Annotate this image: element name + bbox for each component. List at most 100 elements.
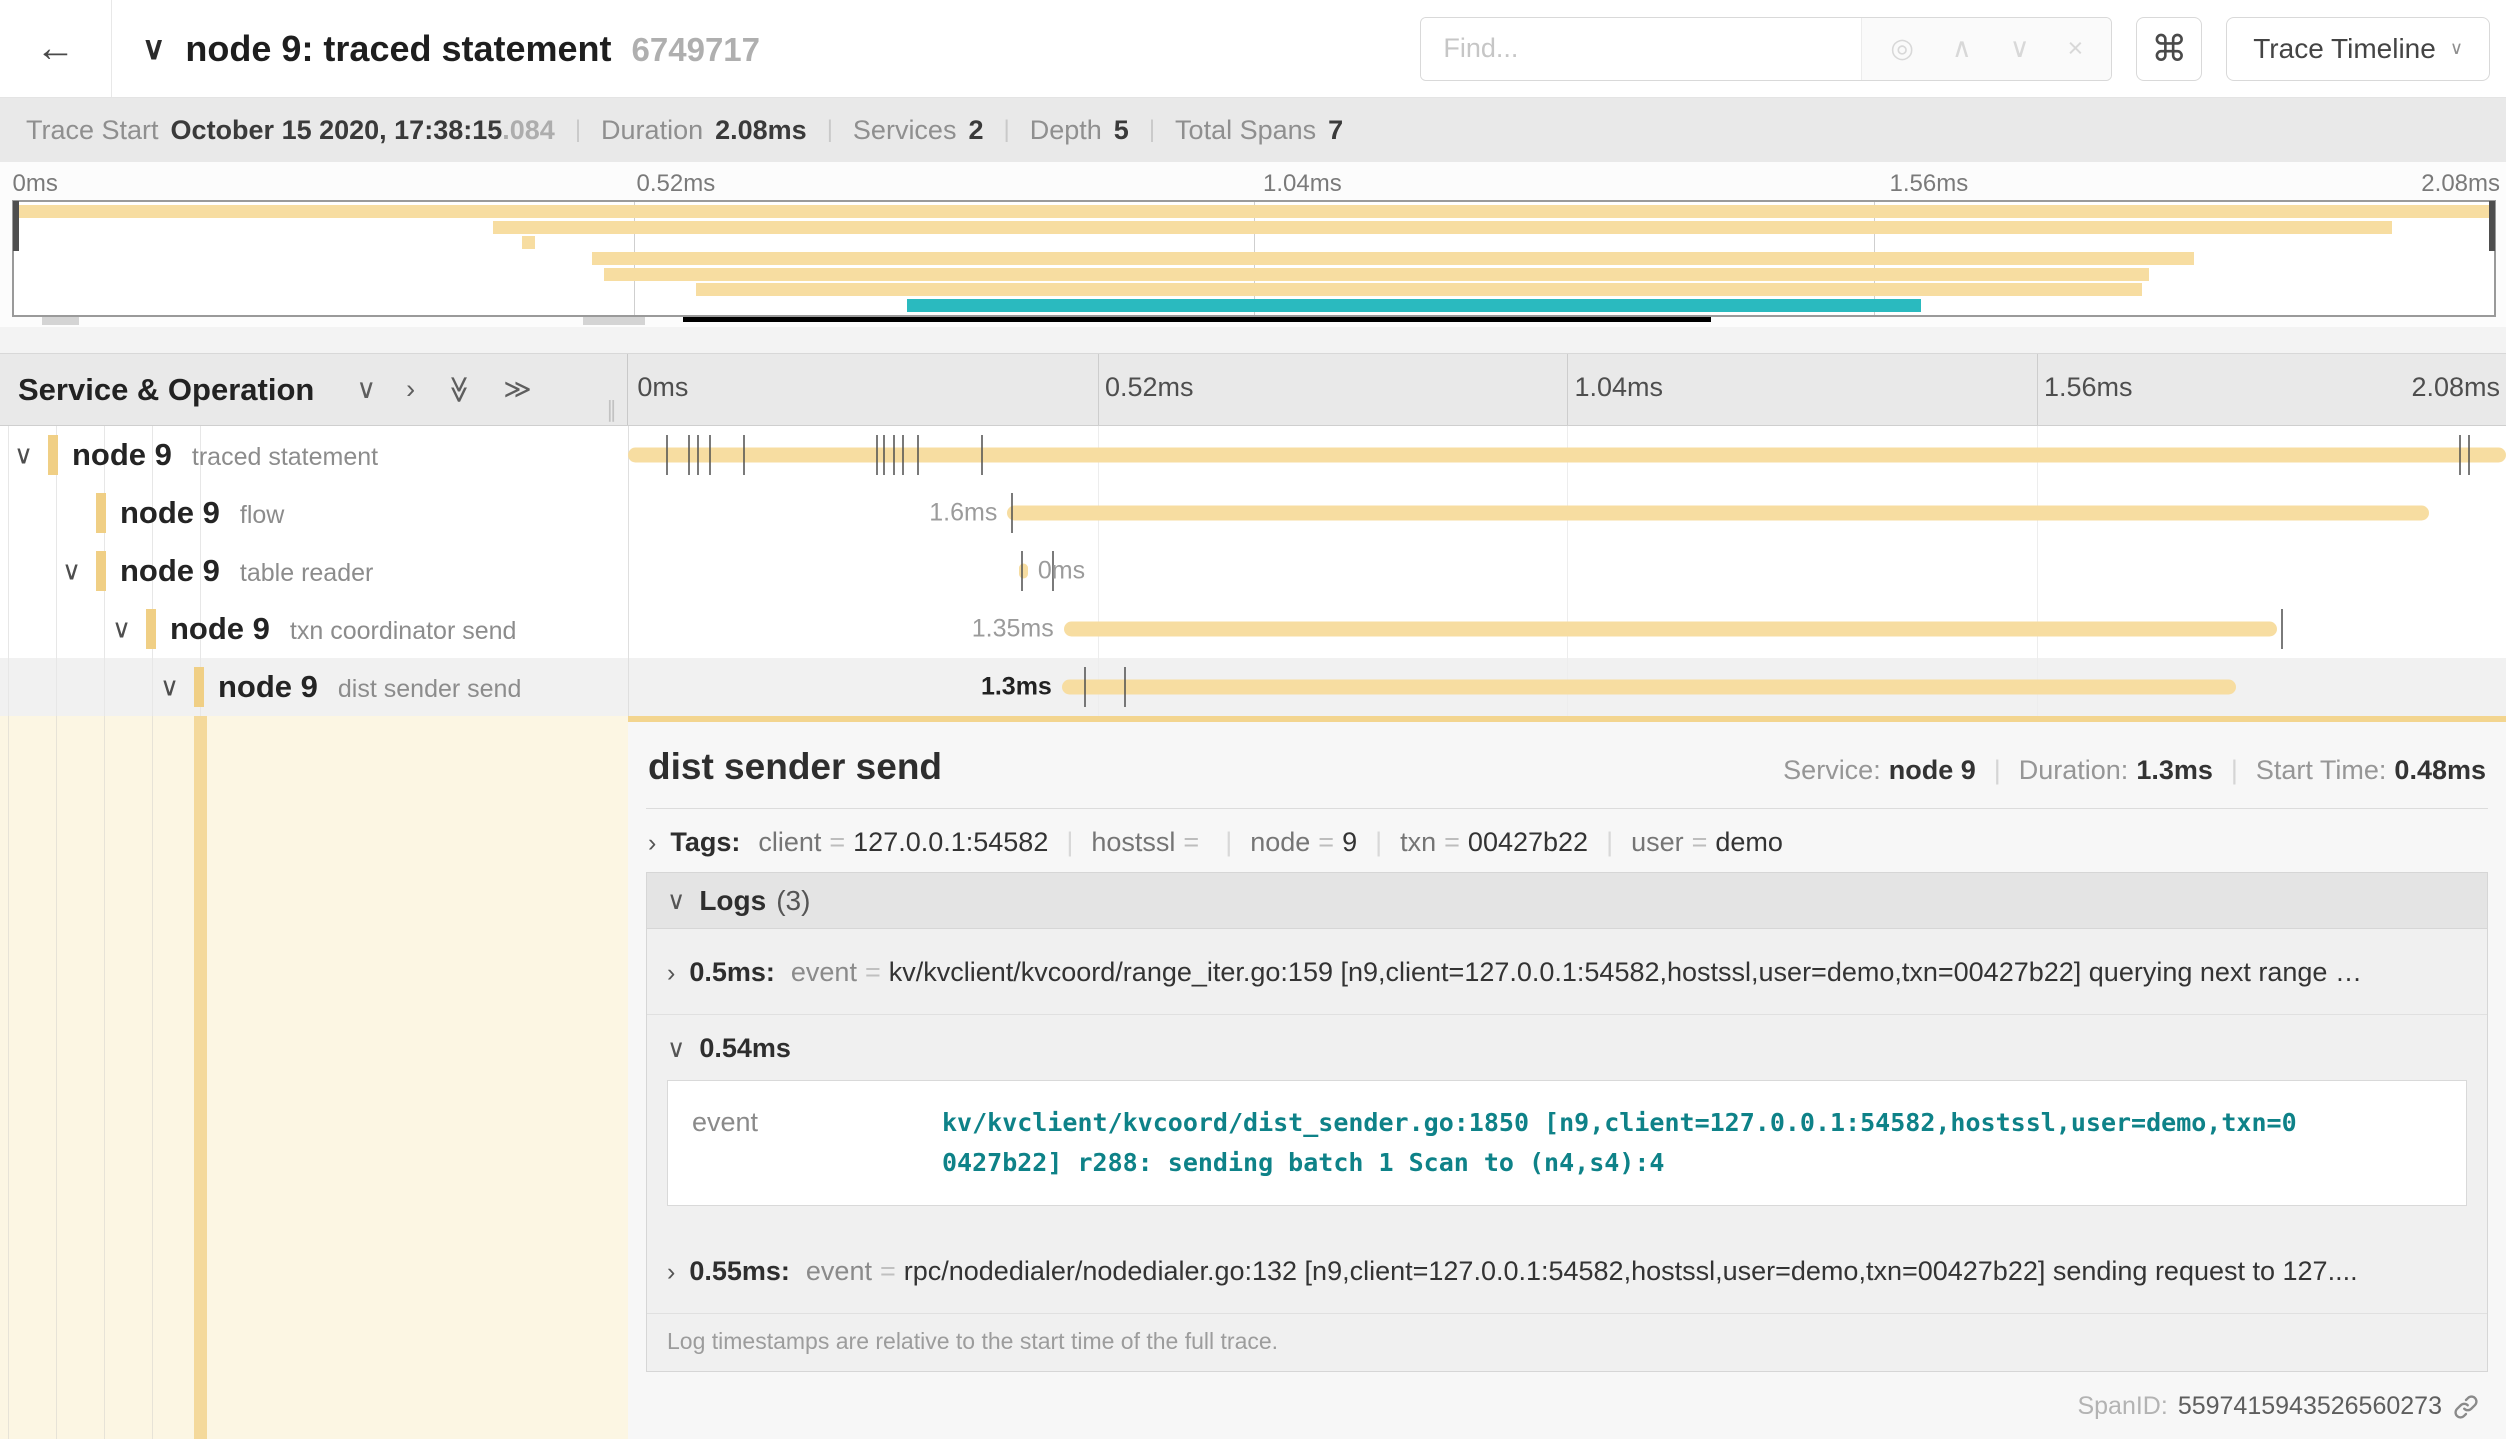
span-name-cell[interactable]: ∨node 9txn coordinator send — [0, 600, 628, 658]
minimap-viewport-bar[interactable] — [683, 317, 1711, 322]
minimap-left-scrubber[interactable] — [13, 201, 19, 251]
span-timeline-cell[interactable]: 1.3ms — [628, 658, 2506, 716]
log-event-tick — [2468, 435, 2470, 475]
span-row[interactable]: node 9flow 1.6ms — [0, 484, 2506, 542]
span-row[interactable]: ∨node 9dist sender send1.3ms — [0, 658, 2506, 716]
collapse-header-chevron-icon[interactable]: ∨ — [142, 29, 165, 67]
log-event-tick — [697, 435, 699, 475]
service-name: node 9table reader — [120, 553, 373, 589]
collapse-one-icon[interactable]: ∨ — [356, 374, 376, 405]
prev-result-icon[interactable]: ∧ — [1952, 33, 1972, 64]
service-name: node 9flow — [120, 495, 284, 531]
meta-value: 0.48ms — [2394, 755, 2486, 786]
tag-item: node=9 — [1250, 827, 1357, 857]
log-entry-row[interactable]: ›0.5ms:event=kv/kvclient/kvcoord/range_i… — [647, 929, 2487, 1014]
axis-tick-label: 0ms — [13, 170, 58, 198]
tags-toggle-row[interactable]: › Tags: client=127.0.0.1:54582|hostssl=|… — [646, 809, 2488, 872]
minimap-canvas[interactable] — [12, 200, 2496, 317]
row-chevron-down-icon[interactable]: ∨ — [14, 440, 33, 471]
minimap-footer — [12, 317, 2496, 327]
chevron-down-icon: ∨ — [2450, 38, 2463, 59]
span-name-cell[interactable]: ∨node 9traced statement — [0, 426, 628, 484]
span-id-label: SpanID: — [2077, 1392, 2167, 1421]
minimap-bars — [14, 204, 2494, 313]
trace-title-area: ∨ node 9: traced statement 6749717 — [112, 28, 1420, 70]
service-operation-title: Service & Operation — [18, 372, 314, 408]
tag-item: txn=00427b22 — [1400, 827, 1588, 857]
keyboard-shortcuts-button[interactable]: ⌘ — [2136, 17, 2202, 81]
trace-id: 6749717 — [632, 31, 760, 69]
axis-gridline — [1567, 354, 1568, 425]
log-entry-row[interactable]: ›0.55ms:event=rpc/nodedialer/nodedialer.… — [647, 1228, 2487, 1313]
log-field-key: event — [692, 1103, 942, 1183]
log-event-tick — [1124, 667, 1126, 707]
link-icon[interactable] — [2452, 1393, 2480, 1421]
log-field-value: kv/kvclient/kvcoord/dist_sender.go:1850 … — [942, 1103, 2302, 1183]
next-result-icon[interactable]: ∨ — [2010, 33, 2030, 64]
span-timeline-cell[interactable]: 0ms — [628, 542, 2506, 600]
row-chevron-down-icon[interactable]: ∨ — [160, 672, 179, 703]
meta-label: Service: — [1783, 755, 1881, 786]
span-name-cell[interactable]: node 9flow — [0, 484, 628, 542]
operation-name: txn coordinator send — [290, 617, 517, 645]
stat-label: Trace Start — [26, 115, 159, 146]
expand-one-icon[interactable]: › — [406, 374, 415, 405]
chevron-right-icon: › — [648, 829, 656, 858]
minimap-right-scrubber[interactable] — [2489, 201, 2495, 251]
span-timeline-cell[interactable]: 1.6ms — [628, 484, 2506, 542]
minimap-span-bar — [907, 299, 1921, 312]
span-duration-bar[interactable] — [1062, 680, 2236, 695]
span-detail-meta: Service:node 9|Duration:1.3ms|Start Time… — [1783, 755, 2486, 786]
row-chevron-down-icon[interactable]: ∨ — [112, 614, 131, 645]
find-suffix: ◎ ∧ ∨ × — [1861, 18, 2111, 80]
span-row[interactable]: ∨node 9txn coordinator send1.35ms — [0, 600, 2506, 658]
log-field-value: rpc/nodedialer/nodedialer.go:132 [n9,cli… — [904, 1256, 2358, 1287]
span-name-cell[interactable]: ∨node 9dist sender send — [0, 658, 628, 716]
log-field-value: kv/kvclient/kvcoord/range_iter.go:159 [n… — [889, 957, 2362, 988]
back-button[interactable]: ← — [0, 0, 112, 97]
meta-value: 1.3ms — [2136, 755, 2213, 786]
logs-count: (3) — [776, 885, 810, 917]
locate-icon[interactable]: ◎ — [1890, 33, 1914, 64]
chevron-down-icon: ∨ — [667, 1034, 685, 1064]
log-entry-header[interactable]: ∨0.54ms — [667, 1033, 2467, 1064]
span-row[interactable]: ∨ node 9table reader 0ms — [0, 542, 2506, 600]
logs-section: ∨ Logs (3) ›0.5ms:event=kv/kvclient/kvco… — [646, 872, 2488, 1372]
expand-all-icon[interactable]: ≫ — [444, 375, 475, 403]
span-timeline-cell[interactable] — [628, 426, 2506, 484]
logs-title: Logs — [699, 885, 766, 917]
span-duration-bar[interactable] — [1064, 622, 2277, 637]
minimap-tick-labels: 0ms0.52ms1.04ms1.56ms2.08ms — [0, 168, 2506, 200]
minimap-span-bar — [604, 268, 2149, 281]
span-row[interactable]: ∨node 9traced statement — [0, 426, 2506, 484]
clear-find-icon[interactable]: × — [2067, 33, 2083, 64]
stat-value: 5 — [1114, 115, 1129, 146]
collapse-all-icon[interactable]: ≫ — [503, 374, 531, 405]
log-entry-expanded: ∨0.54ms eventkv/kvclient/kvcoord/dist_sen… — [647, 1014, 2487, 1228]
logs-header[interactable]: ∨ Logs (3) — [647, 873, 2487, 929]
find-input[interactable] — [1421, 18, 1861, 80]
log-event-tick — [876, 435, 878, 475]
trace-stats-bar: Trace StartOctober 15 2020, 17:38:15.084… — [0, 98, 2506, 162]
stat-separator: | — [575, 116, 581, 144]
row-chevron-down-icon[interactable]: ∨ — [62, 556, 81, 587]
operation-name: table reader — [240, 559, 373, 587]
timeline-grid-header: Service & Operation ∨ › ≫ ≫ ∥ 0ms0.52ms1… — [0, 353, 2506, 426]
span-timeline-cell[interactable]: 1.35ms — [628, 600, 2506, 658]
span-id-value: 5597415943526560273 — [2178, 1392, 2442, 1421]
span-duration-bar[interactable] — [1007, 506, 2429, 521]
trace-view-selector[interactable]: Trace Timeline ∨ — [2226, 17, 2490, 81]
log-event-tick — [2281, 609, 2283, 649]
chevron-right-icon: › — [667, 959, 675, 988]
log-event-tick — [1021, 551, 1023, 591]
minimap-handle[interactable] — [42, 317, 79, 325]
column-resizer-grip[interactable]: ∥ — [606, 397, 617, 423]
trace-minimap: 0ms0.52ms1.04ms1.56ms2.08ms — [0, 162, 2506, 353]
minimap-handle[interactable] — [583, 317, 645, 325]
stat-value: October 15 2020, 17:38:15 — [171, 115, 503, 146]
span-name-cell[interactable]: ∨ node 9table reader — [0, 542, 628, 600]
span-duration-bar[interactable] — [628, 448, 2506, 463]
minimap-span-bar — [522, 236, 534, 249]
back-arrow-icon[interactable]: ← — [36, 26, 76, 71]
log-event-tick — [743, 435, 745, 475]
